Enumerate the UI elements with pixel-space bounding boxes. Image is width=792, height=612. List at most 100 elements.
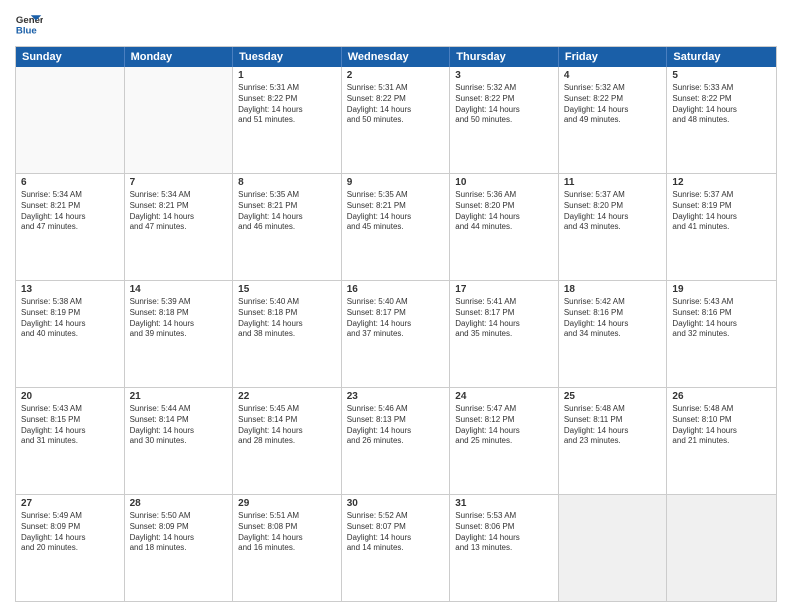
cell-info-line: and 14 minutes. [347,543,445,554]
calendar-week-row: 13Sunrise: 5:38 AMSunset: 8:19 PMDayligh… [16,280,776,387]
day-number: 1 [238,70,336,81]
cell-info-line: and 34 minutes. [564,329,662,340]
weekday-header: Friday [559,47,668,67]
day-number: 4 [564,70,662,81]
calendar-week-row: 6Sunrise: 5:34 AMSunset: 8:21 PMDaylight… [16,173,776,280]
cell-info-line: Daylight: 14 hours [564,319,662,330]
cell-info-line: and 28 minutes. [238,436,336,447]
day-number: 28 [130,498,228,509]
cell-info-line: and 30 minutes. [130,436,228,447]
day-number: 30 [347,498,445,509]
cell-info-line: Sunset: 8:21 PM [238,201,336,212]
page-header: General Blue [15,10,777,38]
cell-info-line: and 43 minutes. [564,222,662,233]
calendar-header: SundayMondayTuesdayWednesdayThursdayFrid… [16,47,776,67]
cell-info-line: Sunrise: 5:31 AM [347,83,445,94]
calendar-cell: 16Sunrise: 5:40 AMSunset: 8:17 PMDayligh… [342,281,451,387]
calendar-cell [559,495,668,601]
cell-info-line: Daylight: 14 hours [21,319,119,330]
calendar-cell: 19Sunrise: 5:43 AMSunset: 8:16 PMDayligh… [667,281,776,387]
cell-info-line: Sunset: 8:09 PM [130,522,228,533]
day-number: 20 [21,391,119,402]
day-number: 25 [564,391,662,402]
cell-info-line: and 47 minutes. [21,222,119,233]
cell-info-line: Sunset: 8:21 PM [130,201,228,212]
cell-info-line: and 20 minutes. [21,543,119,554]
calendar-cell: 17Sunrise: 5:41 AMSunset: 8:17 PMDayligh… [450,281,559,387]
day-number: 12 [672,177,771,188]
cell-info-line: Sunset: 8:21 PM [347,201,445,212]
cell-info-line: Sunrise: 5:33 AM [672,83,771,94]
calendar-cell: 18Sunrise: 5:42 AMSunset: 8:16 PMDayligh… [559,281,668,387]
cell-info-line: and 23 minutes. [564,436,662,447]
cell-info-line: Sunset: 8:13 PM [347,415,445,426]
day-number: 19 [672,284,771,295]
cell-info-line: and 38 minutes. [238,329,336,340]
cell-info-line: Sunrise: 5:32 AM [455,83,553,94]
cell-info-line: and 25 minutes. [455,436,553,447]
cell-info-line: and 44 minutes. [455,222,553,233]
calendar-cell: 9Sunrise: 5:35 AMSunset: 8:21 PMDaylight… [342,174,451,280]
cell-info-line: Sunset: 8:16 PM [564,308,662,319]
calendar-cell: 5Sunrise: 5:33 AMSunset: 8:22 PMDaylight… [667,67,776,173]
cell-info-line: Sunset: 8:21 PM [21,201,119,212]
calendar-week-row: 20Sunrise: 5:43 AMSunset: 8:15 PMDayligh… [16,387,776,494]
calendar-cell: 22Sunrise: 5:45 AMSunset: 8:14 PMDayligh… [233,388,342,494]
calendar-cell: 15Sunrise: 5:40 AMSunset: 8:18 PMDayligh… [233,281,342,387]
cell-info-line: Sunset: 8:22 PM [455,94,553,105]
day-number: 13 [21,284,119,295]
cell-info-line: Sunset: 8:22 PM [564,94,662,105]
calendar-cell: 8Sunrise: 5:35 AMSunset: 8:21 PMDaylight… [233,174,342,280]
cell-info-line: Sunrise: 5:43 AM [672,297,771,308]
cell-info-line: Sunrise: 5:48 AM [672,404,771,415]
cell-info-line: Daylight: 14 hours [130,212,228,223]
cell-info-line: and 32 minutes. [672,329,771,340]
day-number: 9 [347,177,445,188]
cell-info-line: Sunset: 8:18 PM [130,308,228,319]
day-number: 16 [347,284,445,295]
day-number: 17 [455,284,553,295]
cell-info-line: and 39 minutes. [130,329,228,340]
cell-info-line: Sunset: 8:08 PM [238,522,336,533]
cell-info-line: Daylight: 14 hours [21,212,119,223]
cell-info-line: Sunset: 8:17 PM [455,308,553,319]
calendar-cell: 7Sunrise: 5:34 AMSunset: 8:21 PMDaylight… [125,174,234,280]
cell-info-line: Sunset: 8:22 PM [347,94,445,105]
cell-info-line: and 37 minutes. [347,329,445,340]
weekday-header: Monday [125,47,234,67]
cell-info-line: Sunset: 8:12 PM [455,415,553,426]
day-number: 10 [455,177,553,188]
day-number: 14 [130,284,228,295]
cell-info-line: Sunset: 8:10 PM [672,415,771,426]
cell-info-line: Sunrise: 5:37 AM [564,190,662,201]
cell-info-line: Daylight: 14 hours [238,319,336,330]
cell-info-line: Sunrise: 5:40 AM [347,297,445,308]
cell-info-line: Daylight: 14 hours [347,105,445,116]
cell-info-line: Daylight: 14 hours [238,533,336,544]
day-number: 24 [455,391,553,402]
cell-info-line: and 16 minutes. [238,543,336,554]
cell-info-line: Sunset: 8:07 PM [347,522,445,533]
cell-info-line: Sunset: 8:20 PM [455,201,553,212]
calendar-cell: 21Sunrise: 5:44 AMSunset: 8:14 PMDayligh… [125,388,234,494]
calendar-cell [125,67,234,173]
cell-info-line: and 50 minutes. [347,115,445,126]
day-number: 3 [455,70,553,81]
cell-info-line: Daylight: 14 hours [564,212,662,223]
calendar-week-row: 1Sunrise: 5:31 AMSunset: 8:22 PMDaylight… [16,67,776,173]
cell-info-line: and 47 minutes. [130,222,228,233]
calendar-cell: 24Sunrise: 5:47 AMSunset: 8:12 PMDayligh… [450,388,559,494]
cell-info-line: and 49 minutes. [564,115,662,126]
cell-info-line: Sunset: 8:22 PM [672,94,771,105]
cell-info-line: Sunrise: 5:50 AM [130,511,228,522]
logo: General Blue [15,10,43,38]
cell-info-line: Sunrise: 5:48 AM [564,404,662,415]
cell-info-line: Sunrise: 5:34 AM [21,190,119,201]
cell-info-line: Daylight: 14 hours [347,319,445,330]
cell-info-line: Daylight: 14 hours [238,105,336,116]
calendar-cell: 31Sunrise: 5:53 AMSunset: 8:06 PMDayligh… [450,495,559,601]
weekday-header: Tuesday [233,47,342,67]
cell-info-line: and 46 minutes. [238,222,336,233]
cell-info-line: Sunrise: 5:31 AM [238,83,336,94]
day-number: 29 [238,498,336,509]
